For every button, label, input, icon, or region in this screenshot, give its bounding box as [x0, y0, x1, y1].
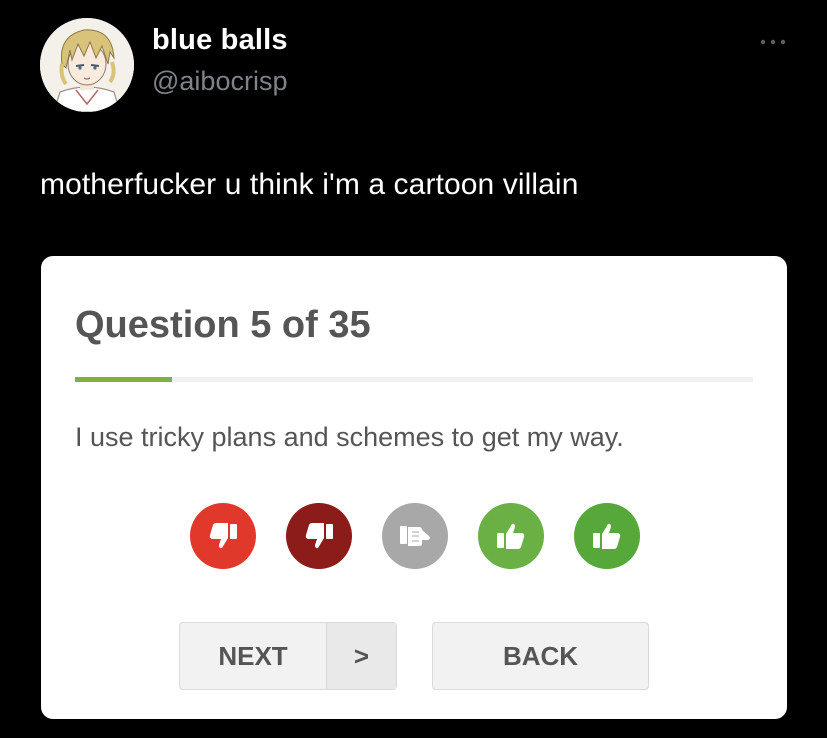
progress-bar: [75, 377, 753, 382]
chevron-right-icon: >: [326, 623, 396, 689]
answer-agree[interactable]: [478, 503, 544, 569]
avatar[interactable]: [40, 18, 134, 112]
answer-options: [190, 503, 640, 569]
display-name[interactable]: blue balls: [152, 24, 288, 57]
quiz-question: I use tricky plans and schemes to get my…: [75, 422, 624, 452]
tweet-screenshot: blue balls @aibocrisp motherfucker u thi…: [0, 0, 827, 738]
next-button[interactable]: NEXT >: [179, 622, 397, 690]
progress-fill: [75, 377, 172, 382]
answer-neutral[interactable]: [382, 503, 448, 569]
answer-strongly-agree[interactable]: [574, 503, 640, 569]
thumbs-up-icon: [593, 523, 621, 549]
user-handle[interactable]: @aibocrisp: [152, 66, 287, 97]
more-options-icon[interactable]: [758, 34, 788, 45]
tweet-text: motherfucker u think i'm a cartoon villa…: [40, 168, 579, 201]
answer-strongly-disagree[interactable]: [190, 503, 256, 569]
quiz-card-image[interactable]: Question 5 of 35 I use tricky plans and …: [41, 256, 787, 719]
thumbs-up-icon: [497, 523, 525, 549]
answer-disagree[interactable]: [286, 503, 352, 569]
thumbs-down-icon: [305, 523, 333, 549]
quiz-title: Question 5 of 35: [75, 304, 371, 346]
back-button[interactable]: BACK: [432, 622, 649, 690]
anime-avatar-icon: [40, 18, 134, 112]
thumbs-sideways-icon: [400, 526, 430, 546]
next-button-label: NEXT: [218, 640, 288, 671]
thumbs-down-icon: [209, 523, 237, 549]
